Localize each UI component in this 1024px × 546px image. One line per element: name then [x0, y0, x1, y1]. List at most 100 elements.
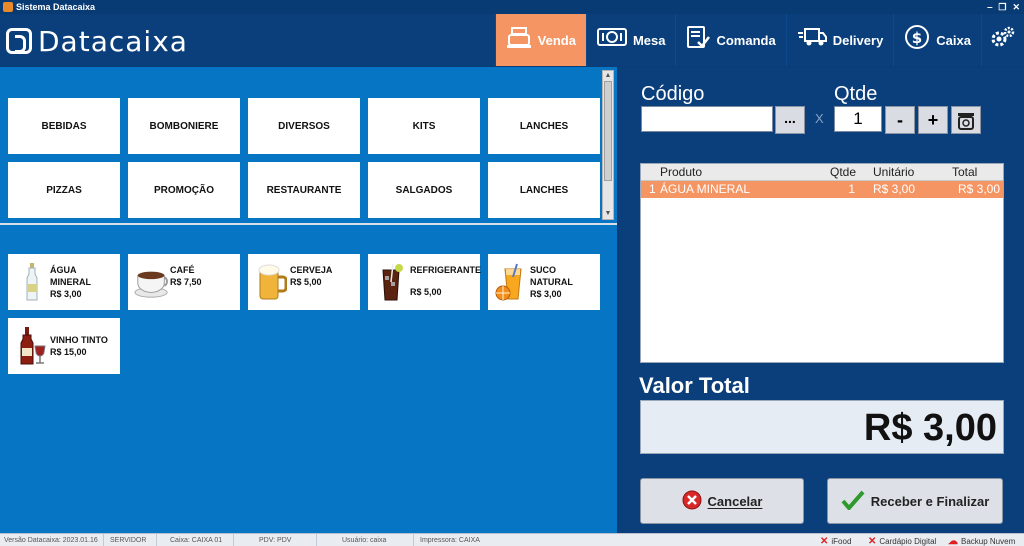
product-button[interactable]: CERVEJA R$ 5,00: [248, 254, 360, 310]
row-qty: 1: [848, 182, 855, 196]
dollar-icon: $: [904, 24, 930, 56]
register-text: Caixa: CAIXA 01: [170, 537, 223, 544]
finish-sale-button[interactable]: Receber e Finalizar: [827, 478, 1003, 524]
header: Datacaixa Venda Mesa Comanda Delivery $ …: [0, 14, 1024, 66]
maximize-button[interactable]: ❐: [998, 2, 1006, 13]
items-grid[interactable]: Produto Qtde Unitário Total 1 ÁGUA MINER…: [640, 163, 1004, 363]
category-button[interactable]: PIZZAS: [8, 162, 120, 218]
nav-mesa[interactable]: Mesa: [585, 14, 676, 66]
ifood-status[interactable]: ✕ iFood: [820, 536, 851, 546]
product-price: R$ 15,00: [50, 347, 87, 357]
title-bar: Sistema Datacaixa ‒ ❐ ✕: [0, 0, 1024, 14]
product-name: REFRIGERANTE: [410, 265, 482, 275]
product-price: R$ 7,50: [170, 277, 202, 287]
product-panel: ÁGUA MINERAL R$ 3,00 CAFÉ R$ 7,50 CERVEJ…: [0, 225, 617, 533]
code-label: Código: [641, 83, 705, 105]
total-label: Valor Total: [639, 373, 750, 398]
minimize-button[interactable]: ‒: [987, 2, 992, 12]
scroll-down-icon[interactable]: ▼: [603, 209, 613, 219]
svg-text:$: $: [912, 29, 922, 47]
scale-button[interactable]: [951, 106, 981, 134]
product-button[interactable]: ÁGUA MINERAL R$ 3,00: [8, 254, 120, 310]
category-panel: BEBIDAS BOMBONIERE DIVERSOS KITS LANCHES…: [0, 67, 617, 223]
category-button[interactable]: DIVERSOS: [248, 98, 360, 154]
nav-delivery[interactable]: Delivery: [785, 14, 894, 66]
product-button[interactable]: CAFÉ R$ 7,50: [128, 254, 240, 310]
error-x-icon: ✕: [868, 536, 877, 546]
col-total: Total: [952, 165, 978, 179]
product-price: R$ 5,00: [290, 277, 322, 287]
row-total: R$ 3,00: [957, 182, 1000, 196]
digital-menu-status[interactable]: ✕ Cardápio Digital: [868, 536, 936, 546]
row-product: ÁGUA MINERAL: [660, 182, 751, 196]
product-button[interactable]: SUCO NATURAL R$ 3,00: [488, 254, 600, 310]
category-button[interactable]: PROMOÇÃO: [128, 162, 240, 218]
product-name: CERVEJA: [290, 265, 333, 275]
total-box: R$ 3,00: [640, 400, 1004, 454]
checklist-icon: [686, 25, 711, 55]
wine-bottle-icon: [14, 326, 50, 366]
product-button[interactable]: VINHO TINTO R$ 15,00: [8, 318, 120, 374]
nav-caixa[interactable]: $ Caixa: [893, 14, 981, 66]
qty-input[interactable]: 1: [834, 106, 882, 132]
increase-qty-button[interactable]: +: [918, 106, 948, 134]
grid-header: Produto Qtde Unitário Total: [641, 164, 1003, 181]
table-icon: [596, 26, 627, 54]
category-button[interactable]: KITS: [368, 98, 480, 154]
row-unit: R$ 3,00: [872, 182, 915, 196]
app-icon: [3, 2, 13, 12]
code-input[interactable]: [641, 106, 773, 132]
status-separator: [413, 534, 414, 546]
product-name: VINHO TINTO: [50, 335, 108, 345]
logo-icon: [6, 28, 32, 54]
category-button[interactable]: SALGADOS: [368, 162, 480, 218]
juice-glass-icon: [494, 262, 530, 302]
category-button[interactable]: BEBIDAS: [8, 98, 120, 154]
nav-venda[interactable]: Venda: [494, 14, 586, 66]
table-row[interactable]: 1 ÁGUA MINERAL 1 R$ 3,00 R$ 3,00: [641, 181, 1003, 198]
status-bar: Versão Datacaixa: 2023.01.16 SERVIDOR Ca…: [0, 533, 1024, 546]
category-scrollbar[interactable]: ▲ ▼: [602, 70, 614, 220]
water-bottle-icon: [14, 262, 50, 302]
cloud-backup-status[interactable]: ☁ Backup Nuvem: [948, 536, 1015, 546]
product-name: SUCO NATURAL: [530, 265, 573, 287]
scroll-thumb[interactable]: [604, 81, 612, 181]
col-qty: Qtde: [830, 165, 857, 179]
window-title: Sistema Datacaixa: [16, 2, 96, 12]
browse-button[interactable]: ...: [775, 106, 805, 134]
soda-glass-icon: [374, 262, 410, 302]
version-text: Versão Datacaixa: 2023.01.16: [4, 537, 98, 544]
gear-icon: [990, 25, 1016, 55]
product-price: R$ 3,00: [50, 289, 82, 299]
nav-comanda[interactable]: Comanda: [675, 14, 785, 66]
close-button[interactable]: ✕: [1012, 2, 1020, 13]
server-text: SERVIDOR: [110, 537, 147, 544]
status-separator: [233, 534, 234, 546]
truck-icon: [797, 27, 827, 53]
status-separator: [103, 534, 104, 546]
decrease-qty-button[interactable]: -: [885, 106, 915, 134]
category-button[interactable]: RESTAURANTE: [248, 162, 360, 218]
category-button[interactable]: LANCHES: [488, 98, 600, 154]
cancel-icon: [682, 490, 702, 513]
col-unit: Unitário: [873, 165, 915, 179]
scroll-up-icon[interactable]: ▲: [603, 71, 613, 81]
category-button[interactable]: LANCHES: [488, 162, 600, 218]
coffee-cup-icon: [134, 262, 170, 302]
cancel-button[interactable]: Cancelar: [640, 478, 804, 524]
finish-sale-label: Receber e Finalizar: [870, 493, 990, 509]
category-button[interactable]: BOMBONIERE: [128, 98, 240, 154]
product-name: CAFÉ: [170, 265, 195, 275]
printer-text: Impressora: CAIXA: [420, 537, 480, 544]
sale-panel: Código ... X Qtde 1 - + Produto Qtde Uni…: [619, 67, 1024, 533]
cash-register-icon: [506, 25, 532, 55]
settings-button[interactable]: [981, 14, 1024, 66]
scale-icon: [956, 113, 976, 135]
total-value: R$ 3,00: [863, 407, 997, 449]
qty-label: Qtde: [834, 83, 878, 105]
pdv-text: PDV: PDV: [259, 537, 292, 544]
multiply-label: X: [815, 111, 824, 126]
cancel-label: Cancelar: [707, 493, 763, 509]
beer-mug-icon: [254, 262, 290, 302]
product-button[interactable]: REFRIGERANTE R$ 5,00: [368, 254, 482, 310]
